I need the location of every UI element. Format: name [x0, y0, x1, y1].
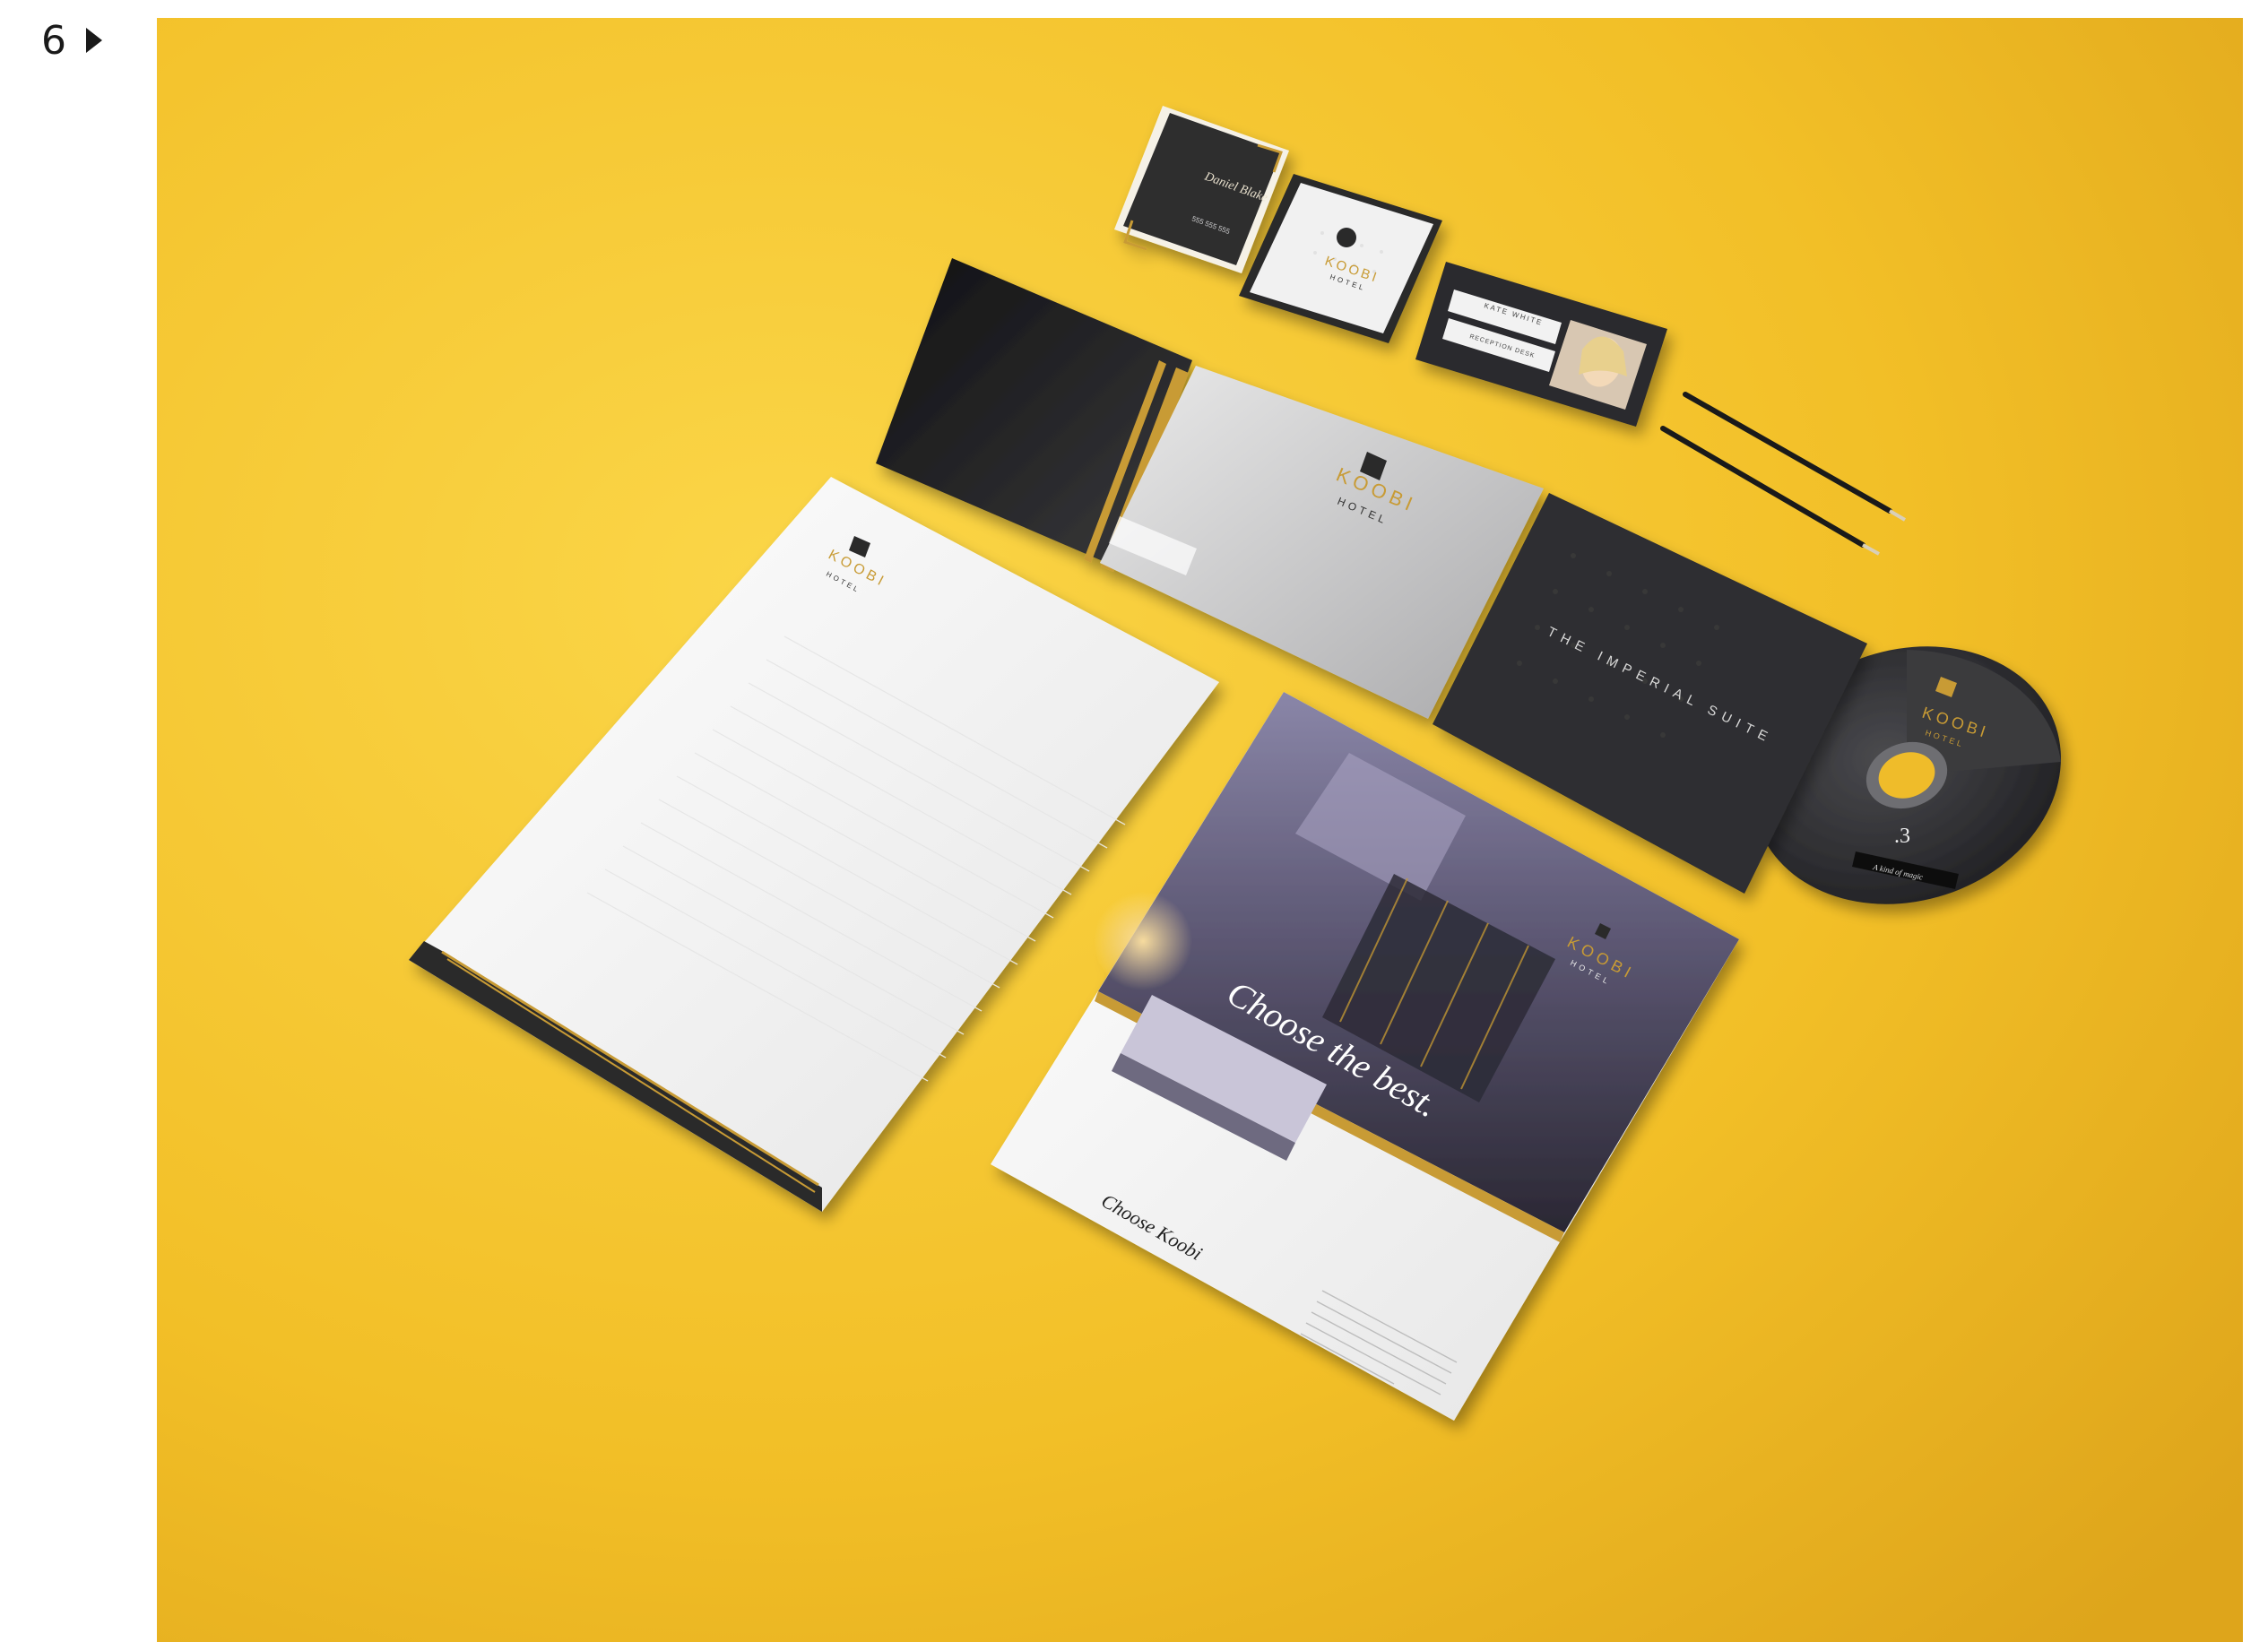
cd-number: .3 [1894, 825, 1910, 848]
slide-navigation[interactable]: 6 [41, 9, 102, 72]
stationery-mockup-image: Daniel Blake 555 555 555 KOOBI HOTEL KAT… [157, 18, 2243, 1642]
slide-number: 6 [41, 17, 66, 64]
play-triangle-icon[interactable] [86, 28, 102, 53]
